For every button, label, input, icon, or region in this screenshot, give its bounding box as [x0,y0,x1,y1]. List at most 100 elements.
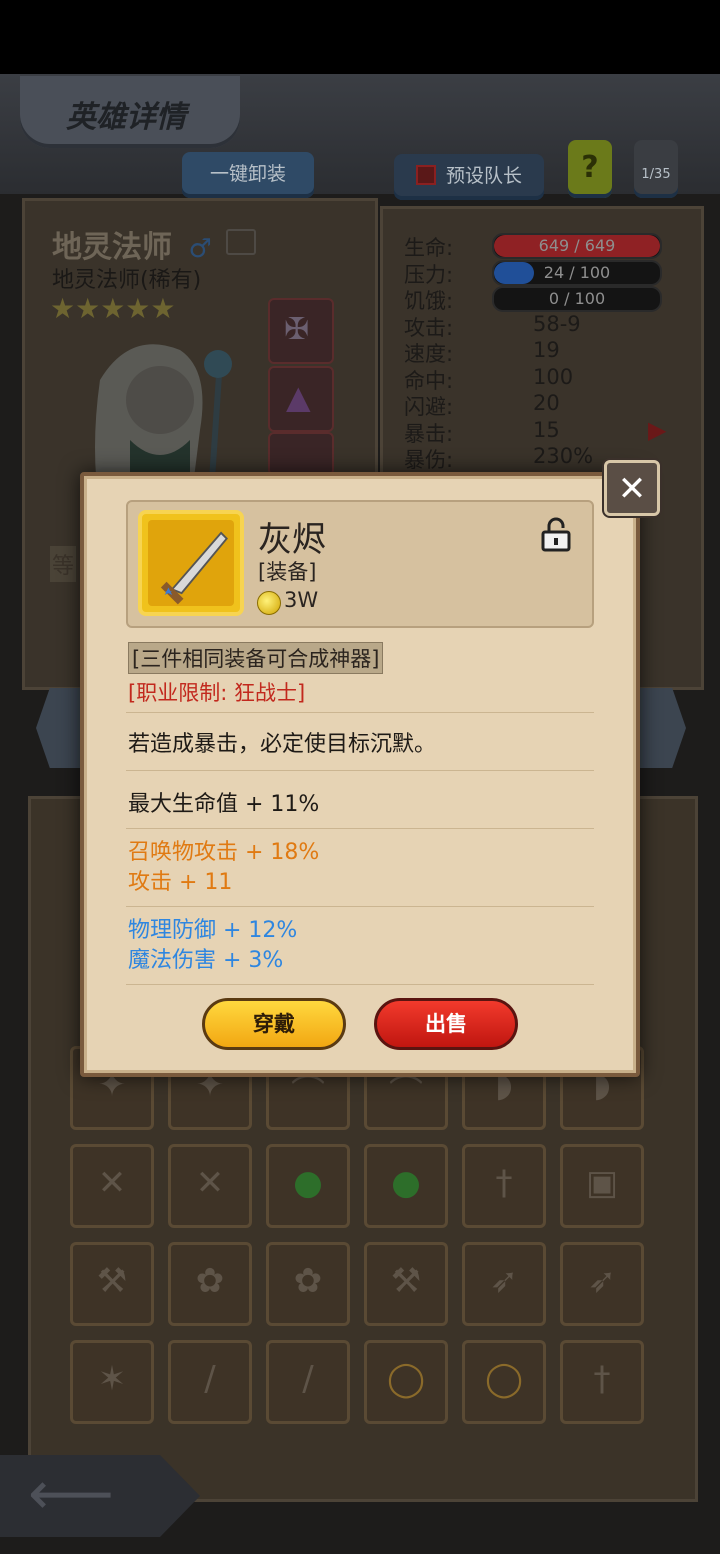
unequip-all-button[interactable]: 一键卸装 [182,152,314,198]
inventory-slot[interactable]: ✶ [70,1340,154,1424]
inventory-slot[interactable]: ✕ [168,1144,252,1228]
armor-icon: ▣ [585,1163,619,1203]
stat-value: 24 / 100 [543,262,611,282]
help-button[interactable]: ? [568,140,612,198]
divider [126,828,594,829]
stat-value: 230% [533,444,594,468]
inventory-slot[interactable]: ✿ [168,1242,252,1326]
edit-name-icon[interactable] [226,229,257,255]
level-label-fragment: 等 [50,546,77,582]
ring-icon: ◯ [386,1359,426,1399]
stat-label: 暴伤: [404,448,454,472]
item-price: 3W [284,588,319,612]
item-type: [装备] [258,560,317,584]
preset-leader-label: 预设队长 [446,165,523,187]
hero-name: 地灵法师 ♂ [52,222,257,266]
inventory-slot[interactable]: ➶ [560,1242,644,1326]
inventory-slot[interactable]: † [462,1144,546,1228]
inventory-slot[interactable]: ▣ [560,1144,644,1228]
crossbow-icon: ✕ [97,1163,127,1203]
item-effect: 若造成暴击，必定使目标沉默。 [128,732,437,757]
equip-slot-helmet[interactable]: ▲ [268,366,334,432]
sell-label: 出售 [425,1012,467,1036]
wear-button[interactable]: 穿戴 [202,998,346,1050]
divider [126,712,594,713]
spear-icon: ➶ [489,1261,519,1301]
divider [126,770,594,771]
equip-slot-weapon[interactable]: ✠ [268,298,334,364]
stat-value: 15 [533,417,560,442]
inventory-slot[interactable]: ● [364,1144,448,1228]
help-label: ? [581,150,599,185]
blade-icon: / [204,1359,216,1399]
axe-icon: ⚒ [96,1261,128,1301]
title-tab: 英雄详情 [20,76,240,148]
close-button[interactable]: ✕ [604,460,660,516]
item-icon [138,510,244,616]
coin-icon [257,591,281,615]
stat-value: 100 [533,364,574,389]
inventory-slot[interactable]: ✕ [70,1144,154,1228]
stat-value: 19 [533,338,560,362]
blade-icon: / [302,1359,314,1399]
inventory-slot[interactable]: ⚒ [70,1242,154,1326]
ring-icon: ◯ [484,1359,524,1399]
wizard-hat-icon: ▲ [286,378,311,416]
attr-blue: 物理防御 + 12% [128,918,298,943]
wear-label: 穿戴 [253,1012,295,1036]
sword-icon: † [495,1163,513,1203]
inventory-slot[interactable]: ◯ [364,1340,448,1424]
sell-button[interactable]: 出售 [374,998,518,1050]
next-arrow-icon[interactable]: ▶ [648,416,666,444]
stat-label: 饥饿: [404,289,454,313]
blade-icon [160,531,228,605]
stat-label: 速度: [404,342,454,366]
stat-value: 58-9 [533,311,581,336]
back-button[interactable]: ⟵ [0,1455,200,1537]
sword-icon: † [593,1359,611,1399]
stat-label: 攻击: [404,315,454,340]
attr-white: 最大生命值 + 11% [128,792,320,817]
inventory-slot[interactable]: / [266,1340,350,1424]
potion-icon: ● [293,1163,323,1203]
inventory-slot[interactable]: ● [266,1144,350,1228]
stat-label: 暴击: [404,421,454,446]
class-restriction: [职业限制: 狂战士] [128,681,306,705]
page-counter: 1/35 [634,140,678,198]
combine-hint: [三件相同装备可合成神器] [128,642,384,674]
stat-label: 生命: [404,236,454,260]
next-hero-arrow[interactable] [640,688,686,768]
inventory-slot[interactable]: † [560,1340,644,1424]
inventory-slot[interactable]: ➶ [462,1242,546,1326]
inventory-slot[interactable]: ◯ [462,1340,546,1424]
inventory-slot[interactable]: ⚒ [364,1242,448,1326]
scepter-icon: ✶ [97,1359,127,1399]
stat-bar: 649 / 649 [492,233,662,259]
attr-orange: 召唤物攻击 + 18% [128,840,320,865]
inventory-slot[interactable]: / [168,1340,252,1424]
potion-icon: ● [391,1163,421,1203]
checkbox-icon[interactable] [415,165,436,185]
gender-icon: ♂ [188,234,212,264]
inventory-slot[interactable]: ✿ [266,1242,350,1326]
crossbow-icon: ✕ [195,1163,225,1203]
page-title: 英雄详情 [66,100,186,135]
lock-icon[interactable] [540,516,572,552]
stat-bar: 0 / 100 [492,286,662,312]
unequip-all-label: 一键卸装 [209,163,286,185]
preset-leader-button[interactable]: 预设队长 [394,154,544,200]
axe-icon: ⚒ [390,1261,422,1301]
hero-subtitle: 地灵法师(稀有) [52,268,202,293]
prev-hero-arrow[interactable] [36,688,82,768]
stat-value: 649 / 649 [538,236,616,255]
fan-icon: ✿ [195,1261,225,1301]
equip-slot-armor[interactable] [268,432,334,476]
stat-label: 命中: [404,368,454,393]
back-arrow-icon: ⟵ [28,1459,115,1529]
divider [126,906,594,907]
item-name: 灰烬 [258,520,326,560]
attr-orange: 攻击 + 11 [128,870,233,895]
close-icon: ✕ [617,469,647,509]
attr-blue: 魔法伤害 + 3% [128,948,284,973]
stat-label: 压力: [404,262,454,287]
